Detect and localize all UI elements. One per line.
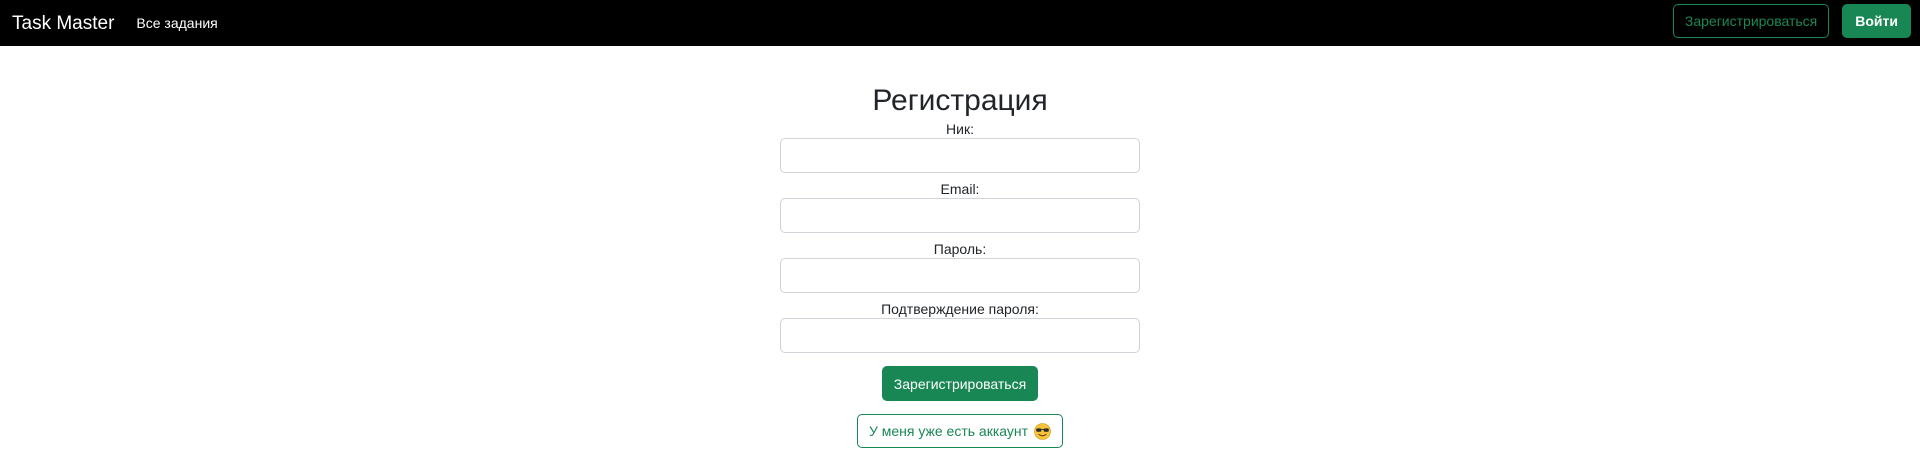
nav-login-button[interactable]: Войти [1842,4,1911,38]
sunglasses-emoji-icon [1034,422,1051,440]
password-confirm-label: Подтверждение пароля: [881,301,1039,317]
email-field[interactable] [780,198,1140,233]
have-account-label: У меня уже есть аккаунт [868,423,1029,439]
brand-logo[interactable]: Task Master [12,14,114,33]
password-confirm-field[interactable] [780,318,1140,353]
registration-form: Регистрация Ник: Email: Пароль: Подтверж… [0,46,1920,448]
password-field[interactable] [780,258,1140,293]
email-label: Email: [940,181,980,197]
nav-link-all-tasks[interactable]: Все задания [136,16,217,30]
nickname-field[interactable] [780,138,1140,173]
nav-register-button[interactable]: Зарегистрироваться [1672,4,1830,38]
nav-actions: Зарегистрироваться Войти [1672,4,1911,38]
page-title: Регистрация [872,84,1048,117]
password-label: Пароль: [933,241,987,257]
navbar: Task Master Все задания Зарегистрировать… [0,0,1920,46]
register-submit-button[interactable]: Зарегистрироваться [881,366,1039,401]
nickname-label: Ник: [946,121,974,137]
have-account-button[interactable]: У меня уже есть аккаунт [856,414,1064,448]
